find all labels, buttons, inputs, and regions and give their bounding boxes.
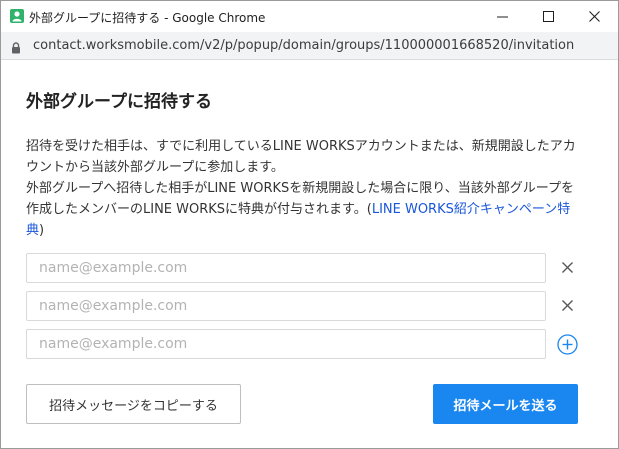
add-email-button[interactable] [557,334,578,355]
description-suffix: ) [39,223,45,238]
minimize-button[interactable] [479,1,525,32]
remove-icon [561,261,573,273]
copy-invite-message-button[interactable]: 招待メッセージをコピーする [26,384,241,424]
dialog-title: 外部グループに招待する [26,92,212,112]
minimize-icon [496,16,508,18]
close-icon [588,11,600,22]
remove-email-button-1[interactable] [558,258,576,276]
email-field-2[interactable] [26,291,546,321]
description: 招待を受けた相手は、すでに利用しているLINE WORKSアカウントまたは、新規… [26,136,586,241]
send-invite-email-button[interactable]: 招待メールを送る [433,384,578,424]
window-title: 外部グループに招待する - Google Chrome [29,11,266,25]
email-field-3[interactable] [26,329,546,359]
close-window-button[interactable] [571,1,617,32]
lock-icon [11,39,21,58]
title-bar: 外部グループに招待する - Google Chrome [1,1,618,32]
browser-window: 外部グループに招待する - Google Chrome contact.work… [0,0,619,449]
remove-icon [561,299,573,311]
invite-dialog: 外部グループに招待する 招待を受けた相手は、すでに利用しているLINE WORK… [1,60,618,448]
email-field-1[interactable] [26,253,546,283]
user-icon [10,9,24,23]
description-paragraph-2: 外部グループへ招待した相手がLINE WORKSを新規開設した場合に限り、当該外… [26,178,586,241]
description-paragraph-1: 招待を受けた相手は、すでに利用しているLINE WORKSアカウントまたは、新規… [26,139,576,175]
add-circle-icon [557,334,578,355]
url-text[interactable]: contact.worksmobile.com/v2/p/popup/domai… [33,38,574,53]
maximize-button[interactable] [525,1,571,32]
maximize-icon [542,11,554,22]
address-bar[interactable]: contact.worksmobile.com/v2/p/popup/domai… [1,32,618,60]
remove-email-button-2[interactable] [558,296,576,314]
